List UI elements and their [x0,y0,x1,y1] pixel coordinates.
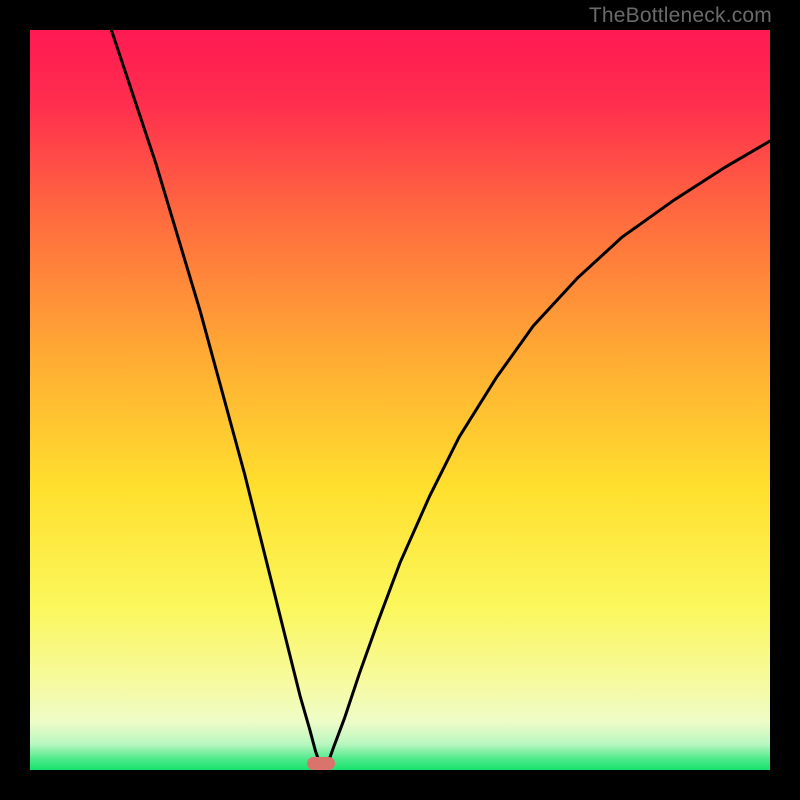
watermark-text: TheBottleneck.com [589,4,772,28]
optimal-point-marker [307,757,335,770]
chart-frame: TheBottleneck.com [0,0,800,800]
plot-area [30,30,770,770]
curve-left-branch [111,30,320,764]
bottleneck-curve [30,30,770,770]
curve-right-branch [328,141,771,764]
